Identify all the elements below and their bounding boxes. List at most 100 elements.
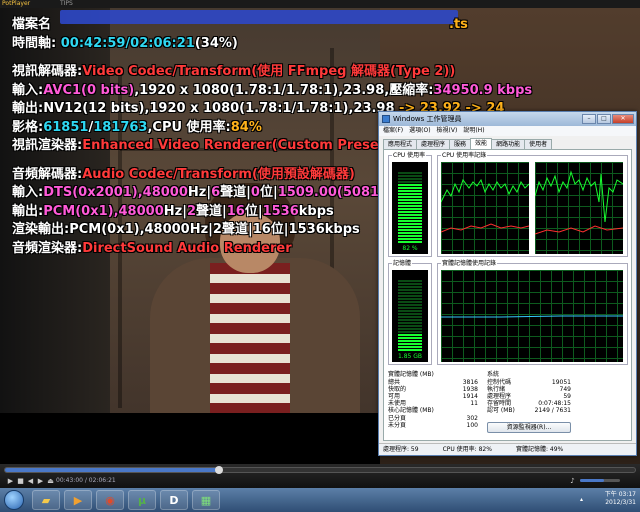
task-manager-titlebar[interactable]: Windows 工作管理員 – □ ✕ xyxy=(379,112,636,126)
osd-arenderer-value: DirectSound Audio Renderer xyxy=(82,240,292,256)
meter-segment xyxy=(398,217,422,219)
osd-cpu-label: ,CPU 使用率: xyxy=(147,119,231,135)
video-person-sweater xyxy=(210,263,290,413)
chrome-taskbar-icon[interactable]: ◉ xyxy=(96,490,124,510)
osd-frames-b: 181763 xyxy=(93,119,148,135)
task-manager-taskbar-icon[interactable]: ▦ xyxy=(192,490,220,510)
previous-icon[interactable]: ◀ xyxy=(26,477,35,485)
meter-segment xyxy=(398,172,422,174)
tab-networking[interactable]: 網路功能 xyxy=(491,139,526,149)
osd-aout-ch: 2 xyxy=(186,203,196,219)
task-manager-icon xyxy=(382,115,390,123)
cpu-history-graph-1 xyxy=(441,162,529,254)
seek-bar[interactable] xyxy=(4,466,636,474)
meter-segment xyxy=(398,304,422,306)
meter-segment xyxy=(398,280,422,282)
meter-segment xyxy=(398,175,422,177)
osd-adecoder-label: 音頻解碼器: xyxy=(12,166,83,182)
menu-bar: 檔案(F) 選項(O) 檢視(V) 說明(H) xyxy=(379,126,636,136)
resource-monitor-button[interactable]: 資源監視器(R)... xyxy=(487,422,571,433)
tab-services[interactable]: 服務 xyxy=(449,139,472,149)
player-tab[interactable]: TIPS xyxy=(60,0,73,8)
cpu-history-line-2 xyxy=(535,170,623,235)
osd-ain-hz: ,48000 xyxy=(137,185,188,200)
player-titlebar[interactable]: PotPlayer TIPS xyxy=(0,0,640,8)
close-button[interactable]: ✕ xyxy=(612,114,634,124)
meter-segment xyxy=(398,193,422,195)
seek-handle[interactable] xyxy=(215,466,224,474)
osd-vrenderer-value: Enhanced Video Renderer(Custom Presenter… xyxy=(82,138,416,153)
meter-segment xyxy=(398,307,422,309)
osd-vin-rest: ,1920 x 1080(1.78:1/1.78:1),23.98, xyxy=(134,82,390,98)
osd-adecoder-value: Audio Codec/Transform(使用預設解碼器) xyxy=(82,166,355,182)
osd-aout-bits-unit: 位| xyxy=(244,203,263,219)
utorrent-taskbar-icon[interactable]: µ xyxy=(128,490,156,510)
memory-meter-bar xyxy=(398,280,422,352)
meter-segment xyxy=(398,301,422,303)
tray-icons[interactable]: ▴ xyxy=(580,496,594,504)
meter-segment xyxy=(398,238,422,240)
tab-users[interactable]: 使用者 xyxy=(524,139,553,149)
maximize-button[interactable]: □ xyxy=(597,114,611,124)
window-buttons: – □ ✕ xyxy=(582,114,634,124)
task-manager-title: Windows 工作管理員 xyxy=(393,115,462,123)
cpu-meter-bar xyxy=(398,172,422,244)
menu-help[interactable]: 說明(H) xyxy=(463,126,484,136)
start-button[interactable] xyxy=(4,490,24,510)
osd-vin-ratio-label: 壓縮率: xyxy=(389,82,434,98)
meter-segment xyxy=(398,319,422,321)
meter-segment xyxy=(398,181,422,183)
meter-segment xyxy=(398,223,422,225)
osd-aout-hz-unit: Hz| xyxy=(163,203,187,219)
menu-view[interactable]: 檢視(V) xyxy=(437,126,458,136)
osd-vin-ratio: 34950.9 kbps xyxy=(433,82,533,98)
physical-memory-heading: 實體記憶體 (MB) xyxy=(388,371,434,378)
meter-segment xyxy=(398,316,422,318)
cpu-usage-value: 82 % xyxy=(402,245,418,252)
volume-slider[interactable] xyxy=(580,479,620,482)
tab-processes[interactable]: 處理程序 xyxy=(416,139,451,149)
potplayer-taskbar-icon[interactable]: D xyxy=(160,490,188,510)
next-icon[interactable]: ▶ xyxy=(36,477,45,485)
meter-segment xyxy=(398,226,422,228)
tab-performance[interactable]: 效能 xyxy=(470,138,493,149)
minimize-button[interactable]: – xyxy=(582,114,596,124)
kernel-memory-stats: 核心記憶體 (MB) 已分頁 302 未分頁 100 xyxy=(388,407,478,429)
osd-cpu-value: 84% xyxy=(230,119,262,135)
osd-vin-label: 輸入: xyxy=(12,82,44,98)
osd-file-label: 檔案名 xyxy=(12,17,52,32)
memory-history-graph xyxy=(441,270,623,362)
stat-row: 快取的 1938 xyxy=(388,386,478,393)
cpu-usage-label: CPU 使用率 xyxy=(392,152,427,159)
tab-applications[interactable]: 應用程式 xyxy=(383,139,418,149)
meter-segment xyxy=(398,331,422,333)
meter-segment xyxy=(398,229,422,231)
clock[interactable]: 下午 03:17 2012/3/31 xyxy=(594,491,636,507)
kernel-memory-heading: 核心記憶體 (MB) xyxy=(388,407,434,414)
meter-segment xyxy=(398,298,422,300)
menu-options[interactable]: 選項(O) xyxy=(409,126,430,136)
play-icon[interactable]: ▶ xyxy=(6,477,15,485)
osd-vdecoder-label: 視訊解碼器: xyxy=(12,64,83,79)
stat-row: 存留時間 0:07:48:15 xyxy=(487,400,571,407)
meter-segment xyxy=(398,184,422,186)
taskbar: ▰ ▶ ◉ µ D ▦ ▴ 下午 03:17 2012/3/31 xyxy=(0,488,640,512)
osd-aout-hz: ,48000 xyxy=(113,203,164,219)
osd-ain-bits: 0 xyxy=(250,185,260,200)
eject-icon[interactable]: ⏏ xyxy=(46,477,55,485)
meter-segment xyxy=(398,289,422,291)
speaker-icon[interactable]: ♪ xyxy=(568,477,577,485)
status-bar: 處理程序: 59 CPU 使用率: 82% 實體記憶體: 49% xyxy=(379,443,636,455)
memory-value: 1.85 GB xyxy=(397,353,423,360)
explorer-taskbar-icon[interactable]: ▰ xyxy=(32,490,60,510)
cpu-history-line-1 xyxy=(441,178,529,233)
meter-segment xyxy=(398,337,422,339)
meter-segment xyxy=(398,292,422,294)
task-manager-window[interactable]: Windows 工作管理員 – □ ✕ 檔案(F) 選項(O) 檢視(V) 說明… xyxy=(378,111,637,456)
meter-segment xyxy=(398,322,422,324)
osd-ain-bits-unit: 位| xyxy=(259,185,278,200)
menu-file[interactable]: 檔案(F) xyxy=(383,126,403,136)
osd-vout-label: 輸出: xyxy=(12,101,44,116)
media-player-taskbar-icon[interactable]: ▶ xyxy=(64,490,92,510)
stop-icon[interactable]: ■ xyxy=(16,477,25,485)
